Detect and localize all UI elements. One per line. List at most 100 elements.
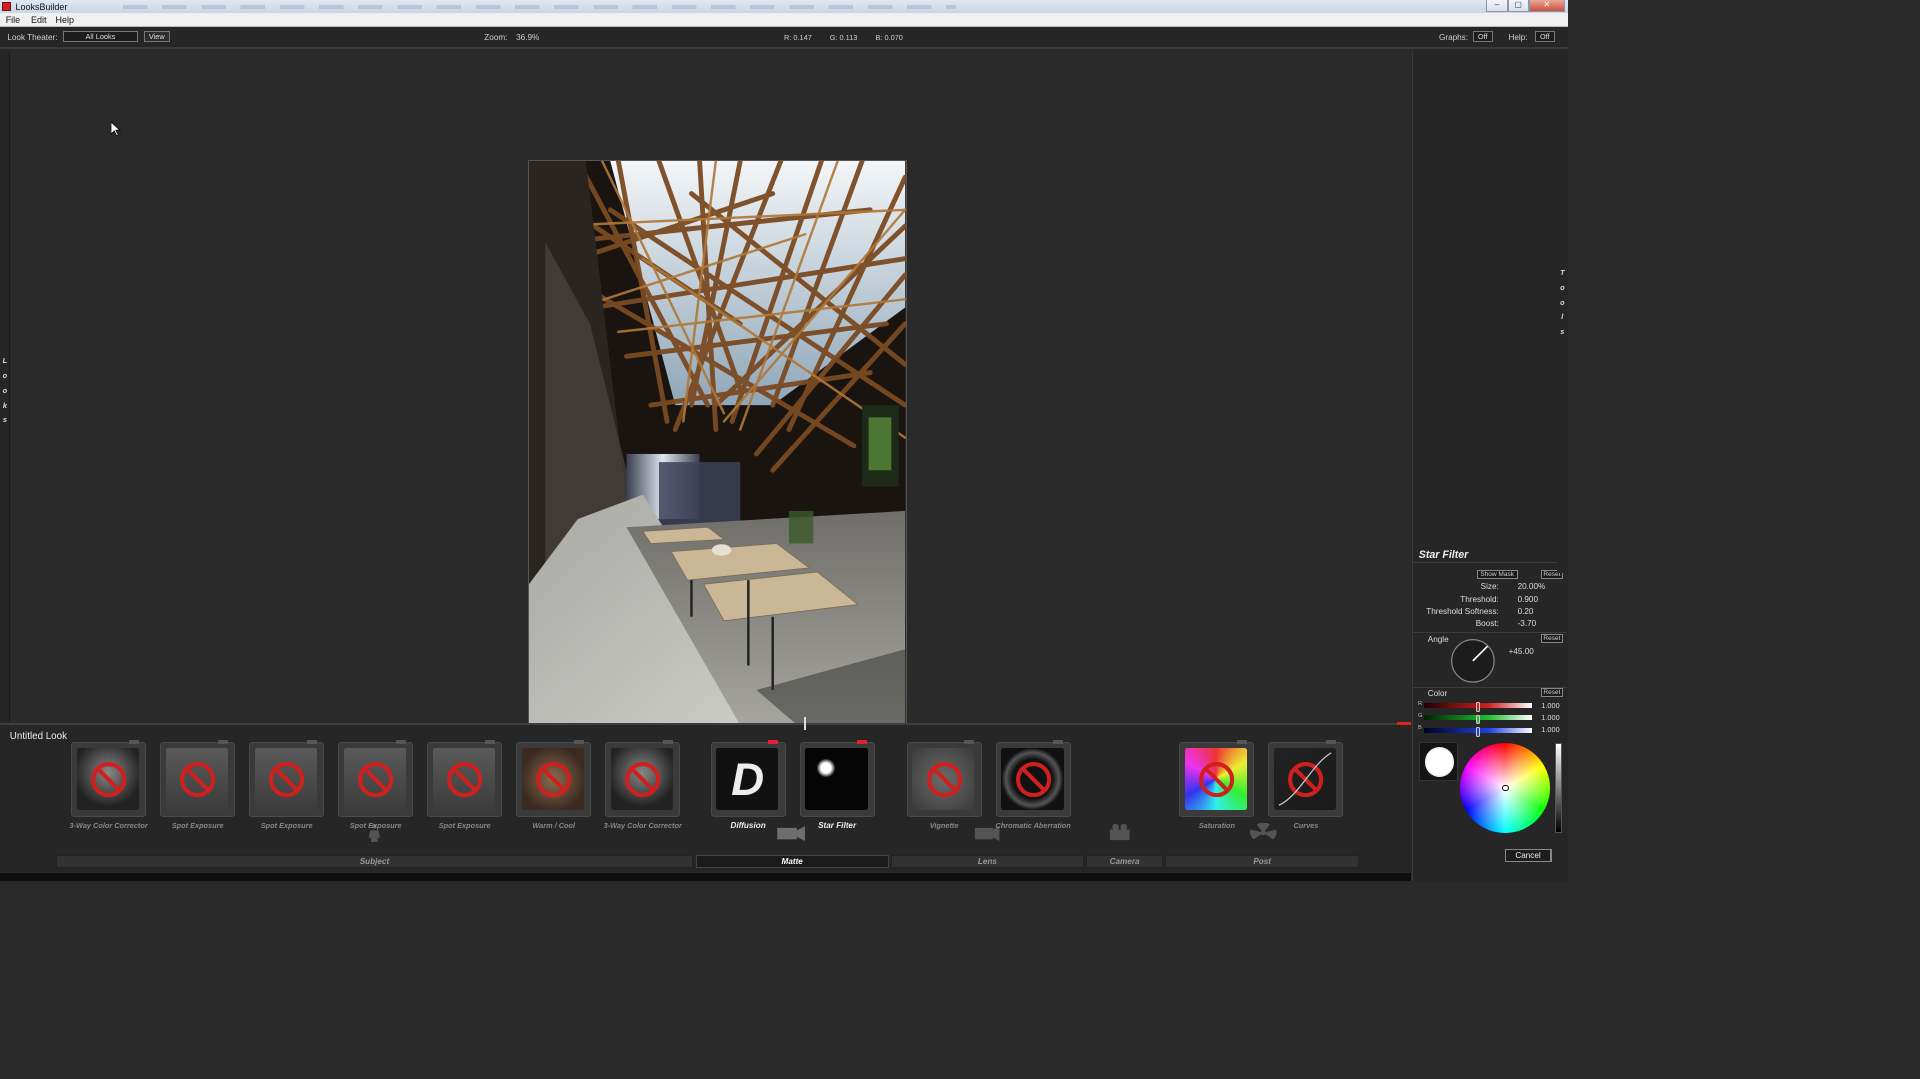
category-tab-lens[interactable]: Lens [891, 854, 1084, 869]
category-tab-camera[interactable]: Camera [1086, 854, 1163, 869]
slider-knob[interactable] [1475, 726, 1481, 737]
look-theater-label: Look Theater: [7, 33, 58, 43]
color-swatch[interactable] [1418, 741, 1458, 781]
tool-label: Curves [1293, 821, 1319, 831]
lens-icon [975, 826, 1000, 841]
divider [1413, 561, 1568, 564]
param-boost[interactable]: Boost: -3.70 [1413, 619, 1567, 630]
looks-tab-letter: o [2, 385, 8, 395]
look-name[interactable]: Untitled Look [10, 731, 67, 742]
tool-node[interactable] [1268, 740, 1344, 818]
slider-knob[interactable] [1475, 714, 1481, 725]
tool-badge [1326, 740, 1336, 744]
tool-thumbnail: D [716, 747, 779, 810]
color-wheel[interactable] [1460, 743, 1551, 833]
category-tab-subject[interactable]: Subject [55, 854, 694, 869]
tool-thumbnail [76, 747, 139, 810]
reset-angle-button[interactable]: Reset [1541, 633, 1563, 643]
view-button[interactable]: View [143, 31, 170, 43]
image-viewer[interactable] [10, 50, 1412, 727]
looks-side-tab[interactable]: L o o k s [0, 50, 10, 722]
tool-node[interactable]: D [710, 740, 786, 818]
tool-badge [217, 740, 228, 744]
tool-node[interactable] [249, 740, 325, 818]
menu-edit[interactable]: Edit [31, 15, 46, 25]
brightness-slider[interactable] [1555, 743, 1562, 833]
graphs-toggle[interactable]: Off [1472, 31, 1493, 43]
tool-label: Chromatic Aberration [995, 821, 1071, 831]
disabled-icon [358, 762, 394, 798]
tool-thumbnail [165, 747, 229, 810]
angle-value[interactable]: +45.00 [1509, 647, 1534, 656]
tool-thumbnail [805, 747, 868, 810]
angle-dial[interactable] [1450, 638, 1496, 684]
help-toggle[interactable]: Off [1534, 31, 1555, 43]
menu-help[interactable]: Help [56, 15, 74, 25]
maximize-button[interactable]: ▢ [1507, 0, 1529, 13]
tool-badge [1053, 740, 1064, 744]
tool-badge [484, 740, 495, 744]
tool-badge [857, 740, 868, 744]
tool-badge [395, 740, 406, 744]
color-label: Color [1427, 689, 1448, 699]
tool-node[interactable] [605, 740, 681, 818]
param-value[interactable]: -3.70 [1518, 619, 1537, 628]
status-strip [0, 873, 1412, 882]
show-mask-button[interactable]: Show Mask [1476, 570, 1518, 579]
param-value[interactable]: 20.00% [1518, 582, 1546, 591]
tool-node[interactable] [1179, 740, 1255, 818]
close-button[interactable]: ✕ [1528, 0, 1565, 13]
tool-node[interactable] [995, 740, 1071, 818]
menu-bar: File Edit Help [0, 13, 1569, 27]
blue-channel-slider[interactable]: B 1.000 [1413, 725, 1567, 737]
tool-badge [662, 740, 673, 744]
tool-badge [573, 740, 584, 744]
app-icon [2, 2, 11, 11]
minimize-button[interactable]: – [1486, 0, 1508, 13]
category-tab-post[interactable]: Post [1165, 854, 1359, 869]
tool-node[interactable] [799, 740, 875, 818]
channel-value[interactable]: 1.000 [1541, 701, 1559, 710]
tool-label: Spot Exposure [171, 821, 224, 831]
timeline-marker[interactable] [804, 716, 807, 730]
post-icon [1250, 822, 1277, 840]
cancel-button-real[interactable]: Cancel [1505, 848, 1551, 863]
param-threshold[interactable]: Threshold: 0.900 [1413, 595, 1567, 606]
zoom-label: Zoom: [484, 33, 508, 43]
tool-node[interactable] [160, 740, 236, 818]
tool-badge [128, 740, 139, 744]
subject-icon [368, 823, 380, 843]
reset-color-button[interactable]: Reset [1541, 688, 1563, 698]
tools-side-tab[interactable]: T o o l s [1557, 50, 1569, 574]
param-size[interactable]: Size: 20.00% [1413, 582, 1567, 593]
looksbuilder-window: LooksBuilder – ▢ ✕ File Edit Help Look T… [0, 0, 1569, 882]
tools-tab-letter: l [1561, 312, 1564, 322]
tools-tab-letter: s [1560, 327, 1565, 337]
param-value[interactable]: 0.20 [1518, 607, 1534, 616]
tool-node[interactable] [338, 740, 414, 818]
tool-node[interactable] [906, 740, 982, 818]
channel-value[interactable]: 1.000 [1541, 725, 1559, 734]
r-readout: R: 0.147 [784, 33, 812, 43]
look-theater-select[interactable]: All Looks [62, 31, 138, 43]
disabled-icon [91, 762, 127, 798]
red-channel-slider[interactable]: R 1.000 [1413, 701, 1567, 713]
tool-thumbnail [254, 747, 318, 810]
help-label: Help: [1508, 33, 1528, 43]
looks-tab-letter: s [2, 415, 7, 425]
channel-value[interactable]: 1.000 [1541, 713, 1559, 722]
param-value[interactable]: 0.900 [1518, 595, 1538, 604]
tool-node[interactable] [71, 740, 147, 818]
toolbar: Look Theater: All Looks View Zoom: 36.9%… [0, 26, 1569, 49]
slider-knob[interactable] [1475, 702, 1481, 713]
menu-file[interactable]: File [6, 15, 20, 25]
tool-node[interactable] [516, 740, 592, 818]
category-tab-matte[interactable]: Matte [695, 854, 889, 869]
tool-badge [964, 740, 975, 744]
tool-thumbnail [522, 747, 585, 810]
tool-thumbnail [344, 747, 407, 810]
green-channel-slider[interactable]: G 1.000 [1413, 713, 1567, 725]
param-threshold-softness[interactable]: Threshold Softness: 0.20 [1413, 607, 1567, 618]
tool-node[interactable] [427, 740, 503, 818]
tool-label: Warm / Cool [532, 821, 576, 831]
